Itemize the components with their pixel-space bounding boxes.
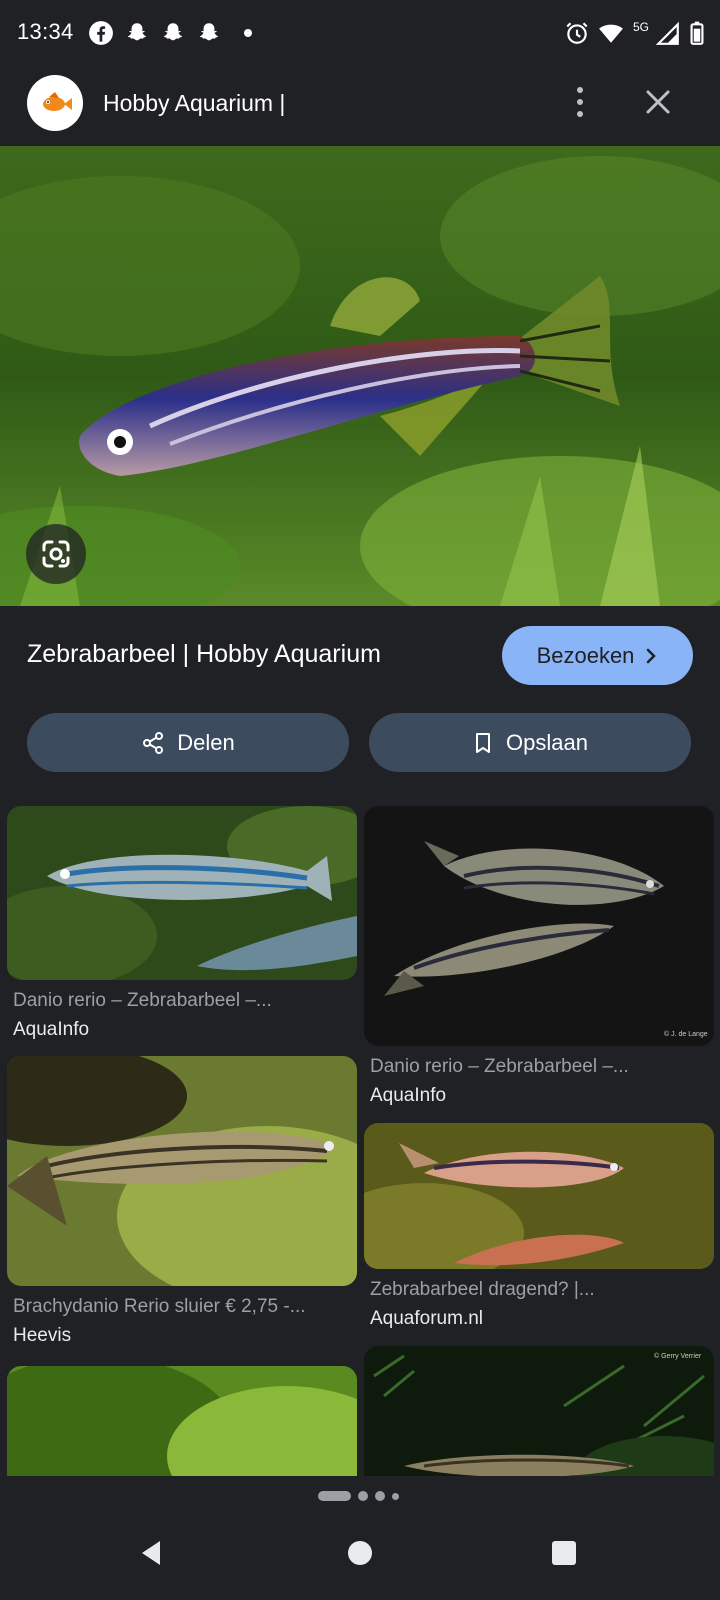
snapchat-icon xyxy=(199,23,219,41)
share-icon xyxy=(143,731,164,754)
pager-dot xyxy=(358,1491,368,1501)
related-card[interactable]: Danio rerio – Zebrabarbeel –... AquaInfo xyxy=(7,806,357,1041)
related-thumbnail xyxy=(7,1366,357,1476)
page-title: Hobby Aquarium | xyxy=(103,90,286,116)
google-lens-icon xyxy=(42,540,70,568)
related-thumbnail xyxy=(7,806,357,980)
photo-credit: © J. de Lange xyxy=(664,1030,708,1038)
network-type: 5G xyxy=(633,20,650,34)
battery-icon xyxy=(690,21,704,45)
hero-image[interactable] xyxy=(0,146,720,606)
related-source: Aquaforum.nl xyxy=(370,1308,484,1329)
result-title: Zebrabarbeel | Hobby Aquarium xyxy=(27,640,381,668)
related-caption: Brachydanio Rerio sluier € 2,75 -... xyxy=(13,1296,306,1317)
related-thumbnail xyxy=(7,1056,357,1286)
related-thumbnail: © Gerry Verrier xyxy=(364,1346,714,1476)
close-icon xyxy=(646,90,670,114)
share-button[interactable]: Delen xyxy=(27,713,349,772)
related-caption: Zebrabarbeel dragend? |... xyxy=(370,1279,595,1300)
share-label: Delen xyxy=(177,729,235,755)
notification-dot xyxy=(244,29,252,37)
status-bar: 13:34 5G xyxy=(0,0,720,66)
site-header: Hobby Aquarium | xyxy=(0,66,720,146)
recents-icon[interactable] xyxy=(550,1539,578,1567)
pager-dot xyxy=(392,1493,399,1500)
google-lens-button[interactable] xyxy=(26,524,86,584)
related-card[interactable]: Zebrabarbeel dragend? |... Aquaforum.nl xyxy=(364,1123,714,1330)
visit-button[interactable]: Bezoeken xyxy=(502,626,693,685)
chevron-right-icon xyxy=(647,648,657,663)
wifi-icon xyxy=(599,24,623,43)
bookmark-icon xyxy=(476,732,491,753)
related-source: Heevis xyxy=(13,1325,72,1346)
save-label: Opslaan xyxy=(506,729,588,755)
related-source: AquaInfo xyxy=(370,1085,447,1106)
back-icon[interactable] xyxy=(136,1538,166,1568)
status-time: 13:34 xyxy=(17,19,74,44)
goldfish-logo-icon xyxy=(43,92,72,111)
visit-label: Bezoeken xyxy=(536,642,635,668)
related-caption: Danio rerio – Zebrabarbeel –... xyxy=(370,1056,629,1077)
site-logo[interactable] xyxy=(27,75,83,131)
related-card[interactable] xyxy=(7,1366,357,1476)
related-card[interactable]: © J. de Lange Danio rerio – Zebrabarbeel… xyxy=(364,806,714,1107)
home-icon[interactable] xyxy=(345,1538,375,1568)
snapchat-icon xyxy=(127,23,147,41)
related-card[interactable]: Brachydanio Rerio sluier € 2,75 -... Hee… xyxy=(7,1056,357,1347)
snapchat-icon xyxy=(163,23,183,41)
signal-icon xyxy=(655,21,679,45)
pager-dot xyxy=(375,1491,385,1501)
related-thumbnail xyxy=(364,1123,714,1269)
photo-credit: © Gerry Verrier xyxy=(654,1352,702,1360)
related-caption: Danio rerio – Zebrabarbeel –... xyxy=(13,990,272,1011)
facebook-icon xyxy=(89,21,113,45)
alarm-icon xyxy=(566,22,588,44)
more-options-button[interactable] xyxy=(560,80,600,124)
pager-dot-active xyxy=(318,1491,351,1501)
system-nav-bar xyxy=(0,1520,720,1600)
related-thumbnail: © J. de Lange xyxy=(364,806,714,1046)
close-button[interactable] xyxy=(636,80,680,124)
related-source: AquaInfo xyxy=(13,1019,90,1040)
save-button[interactable]: Opslaan xyxy=(369,713,691,772)
related-card[interactable]: © Gerry Verrier xyxy=(364,1346,714,1476)
more-vert-icon xyxy=(577,87,583,117)
zebrafish-photo xyxy=(0,146,720,606)
related-images-grid: Danio rerio – Zebrabarbeel –... AquaInfo… xyxy=(0,806,720,1476)
